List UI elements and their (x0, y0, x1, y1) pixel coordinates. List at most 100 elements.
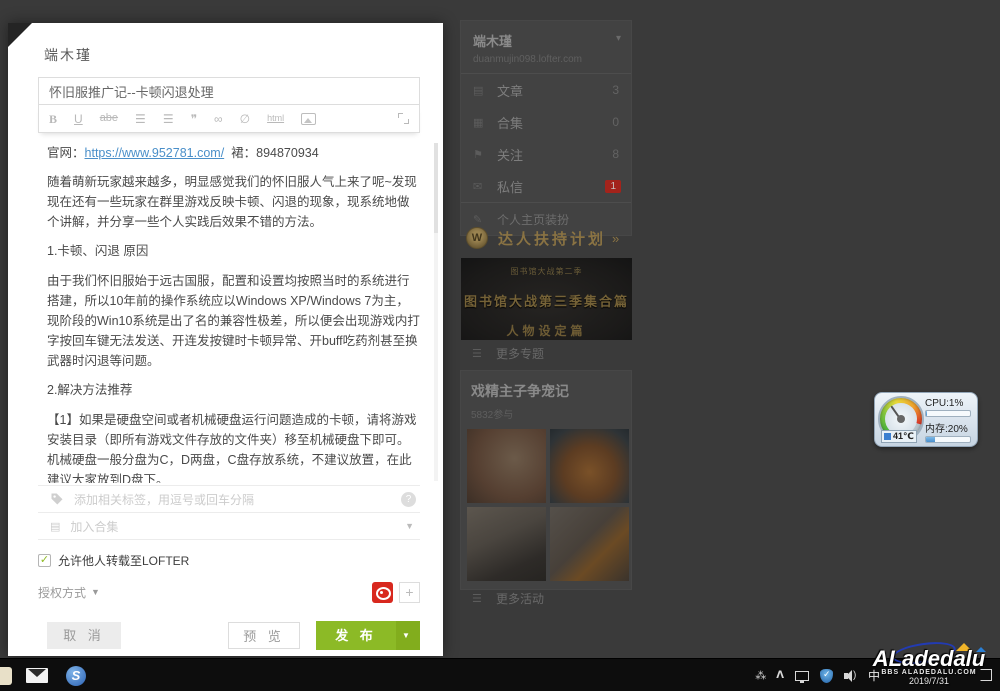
link-icon[interactable]: ∞ (214, 113, 223, 125)
profile-card: 端木瑾 ▾ duanmujin098.lofter.com ▤ 文章 3 ▦ 合… (460, 20, 632, 236)
body-paragraph: 由于我们怀旧服始于远古国服，配置和设置均按照当时的系统进行搭建，所以10年前的操… (47, 271, 420, 371)
fullscreen-icon[interactable] (398, 113, 409, 124)
security-shield-icon[interactable] (820, 669, 833, 683)
sidebar-item-collections[interactable]: ▦ 合集 0 (461, 106, 631, 138)
body-heading-2: 2.解决方法推荐 (47, 380, 420, 400)
speaker-icon[interactable]: ) (844, 670, 858, 682)
unordered-list-icon[interactable]: ☰ (163, 113, 174, 125)
reprint-checkbox[interactable]: ✓ (38, 554, 51, 567)
banner-ribbon-text: 图书馆大战第二季 (461, 266, 632, 277)
clock-date: 2019/7/31 (858, 676, 1000, 686)
collection-icon: ▦ (473, 116, 487, 129)
sidebar-item-articles[interactable]: ▤ 文章 3 (461, 74, 631, 106)
body-paragraph: 随着萌新玩家越来越多，明显感觉我们的怀旧服人气上来了呢~发现现在还有一些玩家在群… (47, 172, 420, 232)
profile-name: 端木瑾 (473, 31, 619, 50)
collection-count: 0 (612, 115, 619, 129)
taskbar-app-icon[interactable] (0, 667, 12, 685)
list-icon: ☰ (472, 592, 486, 605)
network-display-icon[interactable] (795, 671, 809, 681)
cpu-usage-bar (925, 410, 971, 417)
sidebar-item-messages[interactable]: ✉ 私信 1 (461, 170, 631, 202)
tags-placeholder: 添加相关标签，用逗号或回车分隔 (74, 491, 254, 508)
message-badge: 1 (605, 180, 621, 193)
collection-placeholder: 加入合集 (70, 518, 118, 535)
temp-icon (884, 433, 891, 440)
cat-photo[interactable] (550, 429, 629, 503)
add-share-button[interactable]: + (399, 582, 420, 603)
banner-title: 图书馆大战第三季集合篇 (461, 291, 632, 310)
more-activities-link[interactable]: ☰ 更多活动 (460, 588, 632, 608)
post-title-input[interactable] (38, 77, 420, 105)
chevron-down-icon[interactable]: ▾ (616, 33, 621, 44)
body-heading-1: 1.卡顿、闪退 原因 (47, 241, 420, 261)
chevron-down-icon[interactable]: ▼ (405, 521, 414, 531)
arrow-right-icon: » (612, 231, 619, 246)
publish-options-caret[interactable]: ▼ (396, 621, 420, 650)
article-icon: ▤ (473, 84, 487, 97)
tray-expand-icon[interactable]: ᐱ (776, 670, 784, 681)
activity-participants: 5832参与 (471, 406, 625, 421)
allow-reprint-row[interactable]: ✓ 允许他人转载至LOFTER (38, 552, 189, 569)
sogou-app-icon[interactable]: S (66, 666, 86, 686)
unlink-icon[interactable]: ∅ (240, 113, 250, 125)
cancel-button[interactable]: 取 消 (47, 622, 121, 649)
corner-fold (8, 23, 32, 47)
official-site-link[interactable]: https://www.952781.com/ (85, 146, 225, 160)
body-line-official: 官网：https://www.952781.com/ 裙：894870934 (47, 143, 420, 163)
underline-icon[interactable]: U (74, 113, 83, 125)
banner-subtitle: 人物设定篇 (461, 322, 632, 339)
collection-select-row[interactable]: ▤ 加入合集 ▼ (38, 512, 420, 540)
license-row: 授权方式 ▼ + (38, 580, 420, 604)
envelope-icon: ✉ (473, 180, 487, 193)
cpu-usage-label: CPU:1% (925, 398, 971, 409)
system-monitor-widget[interactable]: 41℃ CPU:1% 内存:20% (874, 392, 978, 447)
post-body-editor[interactable]: 官网：https://www.952781.com/ 裙：894870934 随… (38, 135, 430, 483)
weibo-share-icon[interactable] (372, 582, 393, 603)
body-paragraph: 【1】如果是硬盘空间或者机械硬盘运行问题造成的卡顿，请将游戏安装目录（即所有游戏… (47, 410, 420, 483)
activity-card[interactable]: 戏精主子争宠记 5832参与 (460, 370, 632, 590)
strikethrough-icon[interactable]: abe (100, 113, 118, 124)
profile-header[interactable]: 端木瑾 ▾ duanmujin098.lofter.com (461, 21, 631, 73)
following-count: 8 (612, 147, 619, 161)
medal-icon: W (466, 227, 488, 249)
people-tray-icon[interactable]: ⁂ (755, 669, 765, 682)
tag-icon (50, 492, 64, 506)
list-icon: ☰ (472, 347, 486, 360)
memory-usage-bar (925, 436, 971, 443)
help-icon[interactable]: ? (401, 492, 416, 507)
reprint-label: 允许他人转载至LOFTER (58, 552, 189, 569)
cat-photo[interactable] (467, 507, 546, 581)
sidebar-item-following[interactable]: ⚑ 关注 8 (461, 138, 631, 170)
cpu-gauge: 41℃ (875, 393, 925, 446)
watermark-brand: ALadedalu (858, 647, 1000, 671)
profile-domain: duanmujin098.lofter.com (473, 54, 619, 65)
promo-banner[interactable]: 图书馆大战第二季 图书馆大战第三季集合篇 人物设定篇 (461, 258, 632, 340)
preview-button[interactable]: 预 览 (228, 622, 300, 649)
collection-icon: ▤ (50, 520, 60, 533)
memory-usage-label: 内存:20% (925, 420, 971, 435)
editor-scrollbar-thumb[interactable] (434, 143, 438, 233)
windows-taskbar: S ⁂ ᐱ ) 中 (0, 658, 1000, 691)
talent-program-label: 达人扶持计划 (498, 228, 606, 249)
bold-icon[interactable]: B (49, 113, 57, 125)
mail-app-icon[interactable] (26, 668, 48, 683)
talent-support-program[interactable]: W 达人扶持计划 » (460, 222, 632, 254)
image-icon[interactable] (301, 113, 316, 125)
activity-title: 戏精主子争宠记 (471, 381, 625, 401)
license-dropdown[interactable]: 授权方式 (38, 584, 86, 601)
more-topics-link[interactable]: ☰ 更多专题 (460, 343, 632, 363)
cat-photo[interactable] (467, 429, 546, 503)
chevron-down-icon[interactable]: ▼ (91, 587, 100, 597)
watermark: ALadedalu BBS ALADEDALU.COM 2019/7/31 (858, 641, 1000, 691)
article-count: 3 (612, 83, 619, 97)
ordered-list-icon[interactable]: ☰ (135, 113, 146, 125)
publish-button[interactable]: 发 布 (316, 621, 396, 650)
blockquote-icon[interactable]: ❞ (191, 113, 197, 125)
html-icon[interactable]: html (267, 114, 284, 123)
tags-input-row[interactable]: 添加相关标签，用逗号或回车分隔 ? (38, 485, 420, 512)
profile-sidebar: 端木瑾 ▾ duanmujin098.lofter.com ▤ 文章 3 ▦ 合… (460, 20, 632, 236)
post-editor-modal: 端木瑾 B U abe ☰ ☰ ❞ ∞ ∅ html 官网：https://ww… (8, 23, 443, 656)
author-name: 端木瑾 (44, 45, 92, 65)
activity-photo-grid (467, 429, 625, 581)
cat-photo[interactable] (550, 507, 629, 581)
